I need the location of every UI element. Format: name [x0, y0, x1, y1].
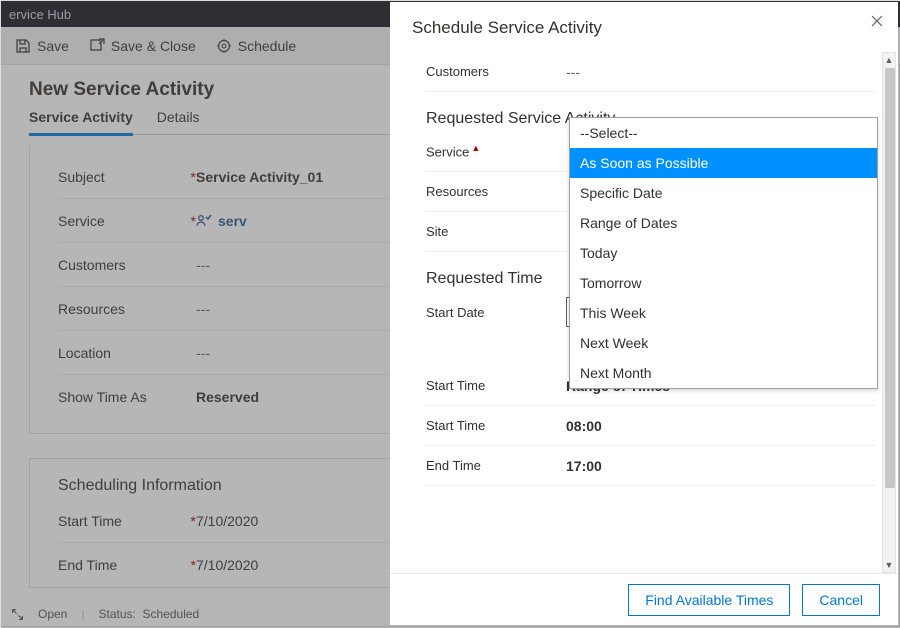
cancel-button[interactable]: Cancel	[802, 584, 880, 616]
panel-endtime-label: End Time	[426, 458, 566, 473]
dropdown-option[interactable]: As Soon as Possible	[570, 148, 877, 178]
dropdown-option[interactable]: Specific Date	[570, 178, 877, 208]
dropdown-option[interactable]: Range of Dates	[570, 208, 877, 238]
scroll-up-icon[interactable]: ▲	[885, 53, 894, 67]
panel-footer: Find Available Times Cancel	[390, 573, 898, 625]
panel-starttime-label: Start Time	[426, 418, 566, 433]
scroll-down-icon[interactable]: ▼	[885, 558, 894, 572]
dropdown-option[interactable]: This Week	[570, 298, 877, 328]
find-times-button[interactable]: Find Available Times	[628, 584, 790, 616]
panel-resources-label: Resources	[426, 184, 566, 199]
dropdown-option[interactable]: --Select--	[570, 118, 877, 148]
panel-body: ▲ ▼ Customers --- Requested Service Acti…	[390, 52, 898, 573]
dropdown-option[interactable]: Today	[570, 238, 877, 268]
panel-customers-value[interactable]: ---	[566, 64, 876, 80]
dropdown-option[interactable]: Next Month	[570, 358, 877, 388]
panel-startdate-label: Start Date	[426, 305, 566, 320]
close-button[interactable]	[870, 14, 884, 32]
schedule-panel: Schedule Service Activity ▲ ▼ Customers …	[390, 2, 898, 625]
panel-service-label: Service	[426, 145, 469, 160]
dropdown-option[interactable]: Next Week	[570, 328, 877, 358]
dropdown-option[interactable]: Tomorrow	[570, 268, 877, 298]
panel-site-label: Site	[426, 224, 566, 239]
panel-title: Schedule Service Activity	[390, 2, 898, 52]
panel-starttime-value[interactable]: 08:00	[566, 418, 876, 434]
required-icon: ▲	[471, 143, 480, 153]
panel-starttime-hdr-label: Start Time	[426, 378, 566, 393]
scrollbar-thumb[interactable]	[885, 68, 895, 488]
panel-endtime-value[interactable]: 17:00	[566, 458, 876, 474]
startdate-dropdown[interactable]: --Select--As Soon as PossibleSpecific Da…	[569, 117, 878, 389]
panel-customers-label: Customers	[426, 64, 566, 79]
close-icon	[870, 14, 884, 28]
